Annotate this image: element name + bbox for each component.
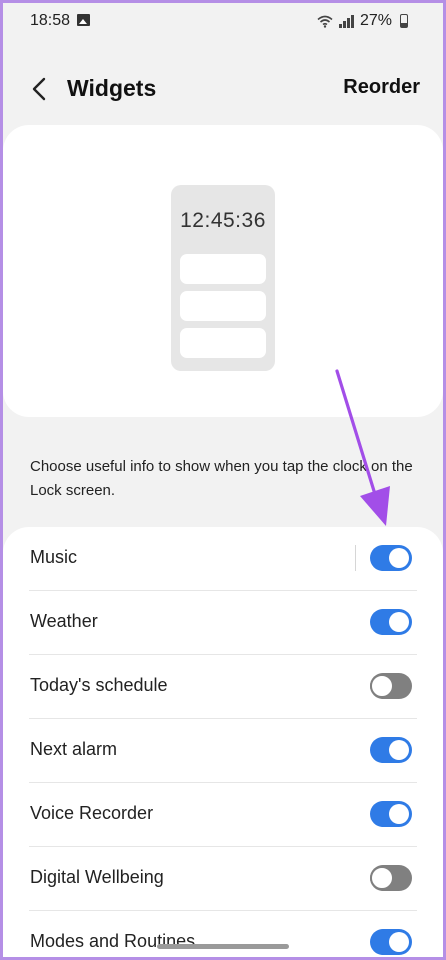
widget-row-modes-and-routines[interactable]: Modes and Routines xyxy=(3,911,443,960)
signal-icon xyxy=(338,14,354,28)
widget-label: Music xyxy=(30,547,78,567)
preview-widget-slot xyxy=(180,291,266,321)
todays-schedule-toggle[interactable] xyxy=(370,673,412,699)
preview-widget-slot xyxy=(180,254,266,284)
widget-label: Weather xyxy=(30,611,98,631)
frame-border-top xyxy=(0,0,446,3)
gesture-nav-handle[interactable] xyxy=(157,944,289,949)
gallery-notification-icon xyxy=(77,14,90,26)
widget-row-todays-schedule[interactable]: Today's schedule xyxy=(3,655,443,719)
widget-label: Next alarm xyxy=(30,739,118,759)
battery-icon xyxy=(400,14,408,28)
phone-preview: 12:45:36 xyxy=(171,185,275,371)
music-toggle[interactable] xyxy=(370,545,412,571)
app-header: Widgets Reorder xyxy=(0,62,446,114)
widget-label: Digital Wellbeing xyxy=(30,867,164,887)
frame-border-left xyxy=(0,0,3,960)
chevron-left-icon xyxy=(32,77,46,101)
status-bar: 18:58 27% xyxy=(0,0,446,44)
row-separator xyxy=(355,545,356,571)
annotation-arrow xyxy=(335,369,390,526)
widget-settings-list: Music Weather Today's schedule Next alar… xyxy=(3,527,443,960)
next-alarm-toggle[interactable] xyxy=(370,737,412,763)
status-time: 18:58 xyxy=(30,12,71,29)
widget-row-music[interactable]: Music xyxy=(3,527,443,591)
reorder-button[interactable]: Reorder xyxy=(343,76,420,99)
widget-label: Today's schedule xyxy=(30,675,168,695)
widget-label: Voice Recorder xyxy=(30,803,154,823)
preview-widget-slot xyxy=(180,328,266,358)
widget-row-voice-recorder[interactable]: Voice Recorder xyxy=(3,783,443,847)
wifi-icon xyxy=(317,15,333,28)
widget-row-digital-wellbeing[interactable]: Digital Wellbeing xyxy=(3,847,443,911)
preview-clock: 12:45:36 xyxy=(180,209,266,232)
widget-row-next-alarm[interactable]: Next alarm xyxy=(3,719,443,783)
digital-wellbeing-toggle[interactable] xyxy=(370,865,412,891)
back-button[interactable] xyxy=(24,74,54,104)
page-title: Widgets xyxy=(67,75,157,101)
voice-recorder-toggle[interactable] xyxy=(370,801,412,827)
battery-percent: 27% xyxy=(359,12,392,29)
widget-row-weather[interactable]: Weather xyxy=(3,591,443,655)
modes-and-routines-toggle[interactable] xyxy=(370,929,412,955)
status-indicators: 27% xyxy=(317,12,408,30)
weather-toggle[interactable] xyxy=(370,609,412,635)
